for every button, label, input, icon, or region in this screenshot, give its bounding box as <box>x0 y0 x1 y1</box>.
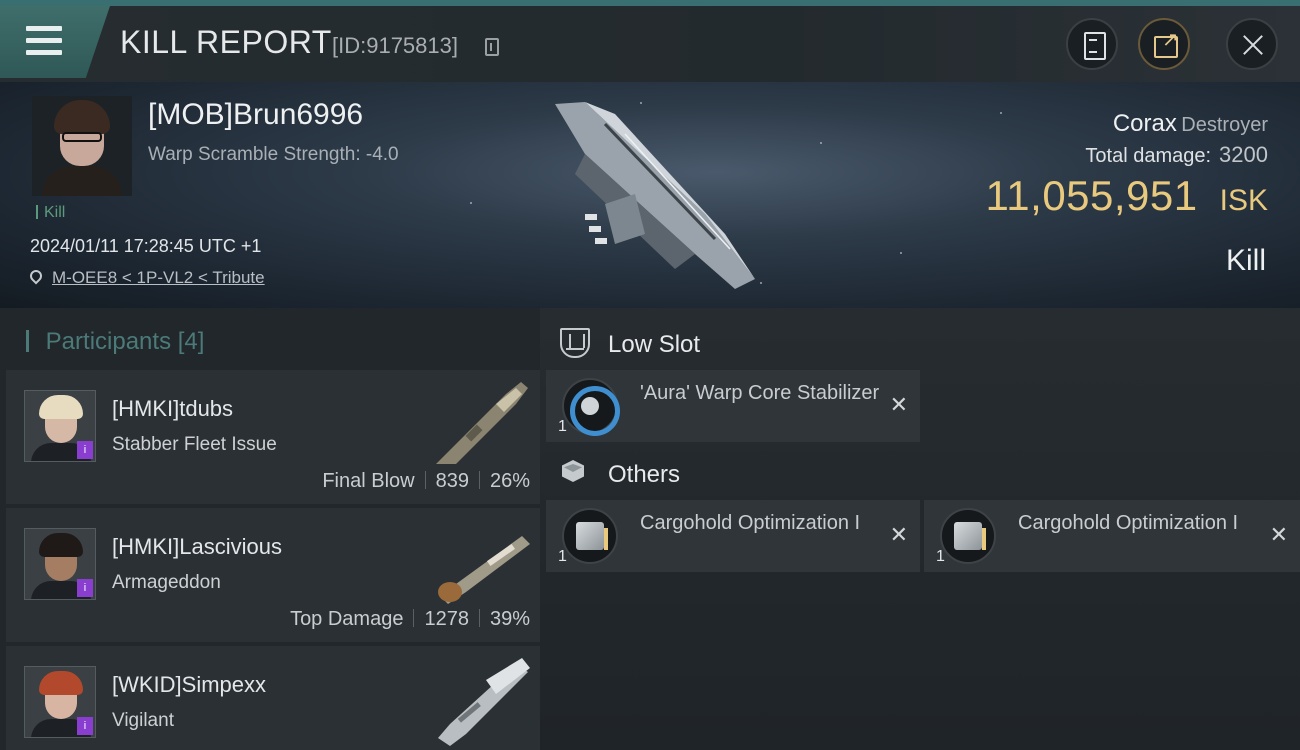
warp-core-stabilizer-icon <box>562 378 620 436</box>
total-damage: Total damage: 3200 <box>1085 142 1268 168</box>
participant-role: Final Blow <box>322 470 415 492</box>
low-slot-icon <box>560 328 590 358</box>
weapon-icon <box>438 536 530 604</box>
hamburger-icon <box>26 26 62 56</box>
kill-location-link[interactable]: M-OEE8 < 1P-VL2 < Tribute <box>27 267 265 288</box>
victim-banner: [MOB]Brun6996 Warp Scramble Strength: -4… <box>0 82 1300 308</box>
header-accent-line <box>0 0 1300 6</box>
kill-result-label: Kill <box>1225 244 1266 277</box>
module-item[interactable]: 1 'Aura' Warp Core Stabilizer ✕ <box>546 370 920 442</box>
participant-stats: Final Blow 839 26% <box>322 470 530 493</box>
ship-name[interactable]: Corax <box>1113 110 1177 137</box>
total-damage-value: 3200 <box>1219 142 1268 167</box>
participant-role: Top Damage <box>290 608 404 630</box>
participant-damage: 839 <box>435 470 469 492</box>
modules-panel: Low Slot 1 'Aura' Warp Core Stabilizer ✕… <box>540 308 1300 750</box>
isk-value: 11,055,951 <box>985 172 1198 219</box>
total-damage-label: Total damage: <box>1085 145 1212 167</box>
module-name: 'Aura' Warp Core Stabilizer <box>640 382 880 404</box>
ship-class: Destroyer <box>1181 114 1268 136</box>
page-title: KILL REPORT <box>120 24 332 60</box>
warp-scramble-strength: Warp Scramble Strength: -4.0 <box>148 144 399 165</box>
participant-damage: 1278 <box>424 608 469 630</box>
share-icon[interactable] <box>1138 18 1190 70</box>
kill-timestamp: 2024/01/11 17:28:45 UTC +1 <box>30 236 262 256</box>
low-slot-header: Low Slot <box>560 328 700 359</box>
cube-icon <box>560 458 590 488</box>
isk-value-row: 11,055,951 ISK <box>986 172 1268 220</box>
avatar[interactable]: i <box>24 666 96 738</box>
module-quantity: 1 <box>936 548 945 565</box>
module-name: Cargohold Optimization I <box>640 512 861 534</box>
pilot-badge-icon: i <box>77 441 93 459</box>
weapon-icon <box>436 382 528 464</box>
destroyed-x-icon: ✕ <box>1269 522 1288 547</box>
pilot-badge-icon: i <box>77 579 93 597</box>
menu-button[interactable] <box>0 6 110 78</box>
kill-tag: Kill <box>36 204 65 222</box>
low-slot-label: Low Slot <box>608 331 701 358</box>
copy-icon[interactable] <box>485 38 499 56</box>
isk-unit: ISK <box>1219 184 1268 217</box>
weapon-icon <box>438 658 530 746</box>
close-icon[interactable] <box>1226 18 1278 70</box>
victim-name[interactable]: [MOB]Brun6996 <box>148 98 363 132</box>
participant-card[interactable]: i [WKID]Simpexx Vigilant <box>6 646 540 750</box>
cargohold-optimization-icon <box>940 508 996 564</box>
cargohold-optimization-icon <box>562 508 618 564</box>
others-label: Others <box>608 461 681 488</box>
module-quantity: 1 <box>558 548 567 565</box>
module-item[interactable]: 1 Cargohold Optimization I ✕ <box>924 500 1300 572</box>
participants-count: [4] <box>177 328 205 355</box>
location-pin-icon <box>27 267 45 285</box>
report-id: [ID:9175813] <box>332 33 458 58</box>
participant-percent: 26% <box>489 470 530 492</box>
avatar[interactable]: i <box>24 528 96 600</box>
module-name: Cargohold Optimization I <box>1018 512 1239 534</box>
pilot-badge-icon: i <box>77 717 93 735</box>
clipboard-icon[interactable] <box>1066 18 1118 70</box>
header-bar: KILL REPORT [ID:9175813] <box>0 0 1300 82</box>
module-quantity: 1 <box>558 418 567 435</box>
location-text: M-OEE8 < 1P-VL2 < Tribute <box>52 268 265 287</box>
avatar[interactable]: i <box>24 390 96 462</box>
participant-ship: Vigilant <box>112 710 174 731</box>
module-item[interactable]: 1 Cargohold Optimization I ✕ <box>546 500 920 572</box>
ship-type: Corax Destroyer <box>1113 110 1268 138</box>
participants-panel: Participants [4] i [HMKI]tdubs Stabber F… <box>0 308 540 750</box>
others-header: Others <box>560 458 680 489</box>
participant-card[interactable]: i [HMKI]Lascivious Armageddon Top Damage… <box>6 508 540 642</box>
participant-card[interactable]: i [HMKI]tdubs Stabber Fleet Issue Final … <box>6 370 540 504</box>
ship-image <box>555 102 755 289</box>
participant-stats: Top Damage 1278 39% <box>290 608 530 631</box>
participant-percent: 39% <box>489 608 530 630</box>
participants-header: Participants [4] <box>26 328 205 356</box>
destroyed-x-icon: ✕ <box>889 522 908 547</box>
participant-name[interactable]: [WKID]Simpexx <box>112 672 266 698</box>
participant-name[interactable]: [HMKI]Lascivious <box>112 534 282 560</box>
participant-ship: Armageddon <box>112 572 221 593</box>
participants-label: Participants <box>45 328 172 355</box>
participant-name[interactable]: [HMKI]tdubs <box>112 396 233 422</box>
victim-portrait[interactable] <box>32 96 132 196</box>
participant-ship: Stabber Fleet Issue <box>112 434 277 455</box>
destroyed-x-icon: ✕ <box>889 392 908 417</box>
